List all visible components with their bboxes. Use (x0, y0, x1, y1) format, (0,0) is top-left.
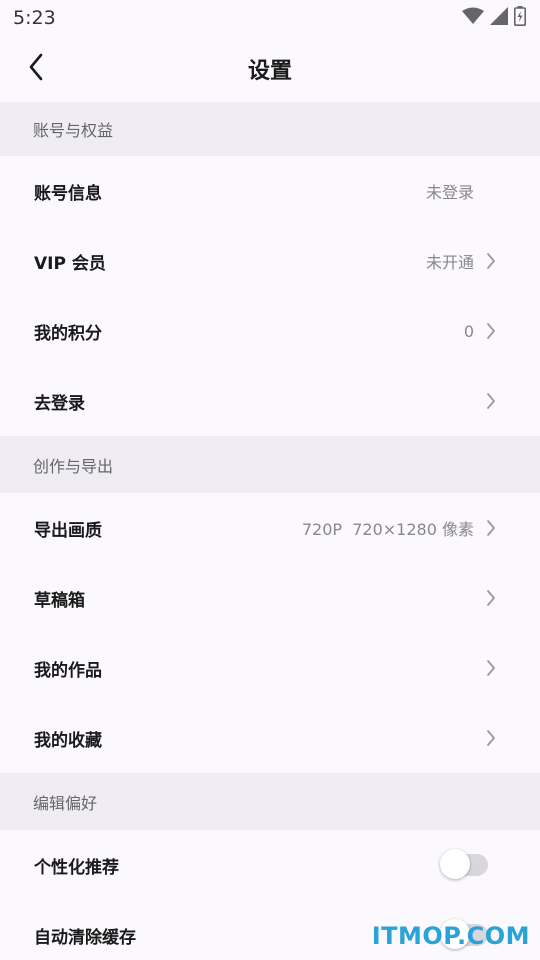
row-points[interactable]: 我的积分 0 (0, 296, 540, 366)
row-label: 草稿箱 (34, 590, 85, 611)
row-account-info[interactable]: 账号信息 未登录 (0, 156, 540, 226)
row-export-quality[interactable]: 导出画质 720P 720×1280 像素 (0, 493, 540, 563)
status-icons (462, 6, 526, 30)
section-header-account: 账号与权益 (0, 102, 540, 156)
row-my-works[interactable]: 我的作品 (0, 633, 540, 703)
chevron-right-icon (486, 391, 500, 411)
app-bar: 设置 (0, 36, 540, 102)
chevron-right-icon (486, 658, 500, 678)
row-value: 0 (463, 321, 474, 341)
row-favorites[interactable]: 我的收藏 (0, 703, 540, 773)
row-label: 个性化推荐 (34, 857, 119, 878)
battery-icon (514, 6, 526, 30)
row-value: 720P 720×1280 像素 (301, 520, 474, 539)
row-label: 账号信息 (34, 183, 102, 204)
row-login[interactable]: 去登录 (0, 366, 540, 436)
section-header-creation: 创作与导出 (0, 436, 540, 493)
chevron-right-icon (486, 251, 500, 271)
watermark: ITMOP.COM (371, 922, 530, 950)
row-label: 我的作品 (34, 660, 102, 681)
signal-icon (490, 7, 508, 29)
status-bar: 5:23 (0, 0, 540, 36)
row-label: VIP 会员 (34, 253, 106, 274)
status-time: 5:23 (13, 7, 56, 29)
section-header-editing: 编辑偏好 (0, 773, 540, 830)
chevron-right-icon (486, 588, 500, 608)
row-label: 我的收藏 (34, 730, 102, 751)
chevron-right-icon (486, 518, 500, 538)
page-title: 设置 (247, 59, 292, 84)
row-value: 未开通 (425, 253, 474, 272)
row-drafts[interactable]: 草稿箱 (0, 563, 540, 633)
row-label: 去登录 (34, 393, 85, 414)
row-vip[interactable]: VIP 会员 未开通 (0, 226, 540, 296)
chevron-right-icon (486, 321, 500, 341)
back-button[interactable] (16, 49, 56, 89)
row-label: 我的积分 (34, 323, 102, 344)
personalized-recommend-toggle[interactable] (440, 849, 488, 879)
row-value: 未登录 (425, 183, 474, 202)
toggle-knob (440, 849, 470, 879)
back-arrow-icon (28, 53, 44, 85)
row-label: 导出画质 (34, 520, 102, 541)
row-personalized-recommend: 个性化推荐 (0, 830, 540, 900)
wifi-icon (462, 7, 484, 29)
chevron-right-icon (486, 728, 500, 748)
